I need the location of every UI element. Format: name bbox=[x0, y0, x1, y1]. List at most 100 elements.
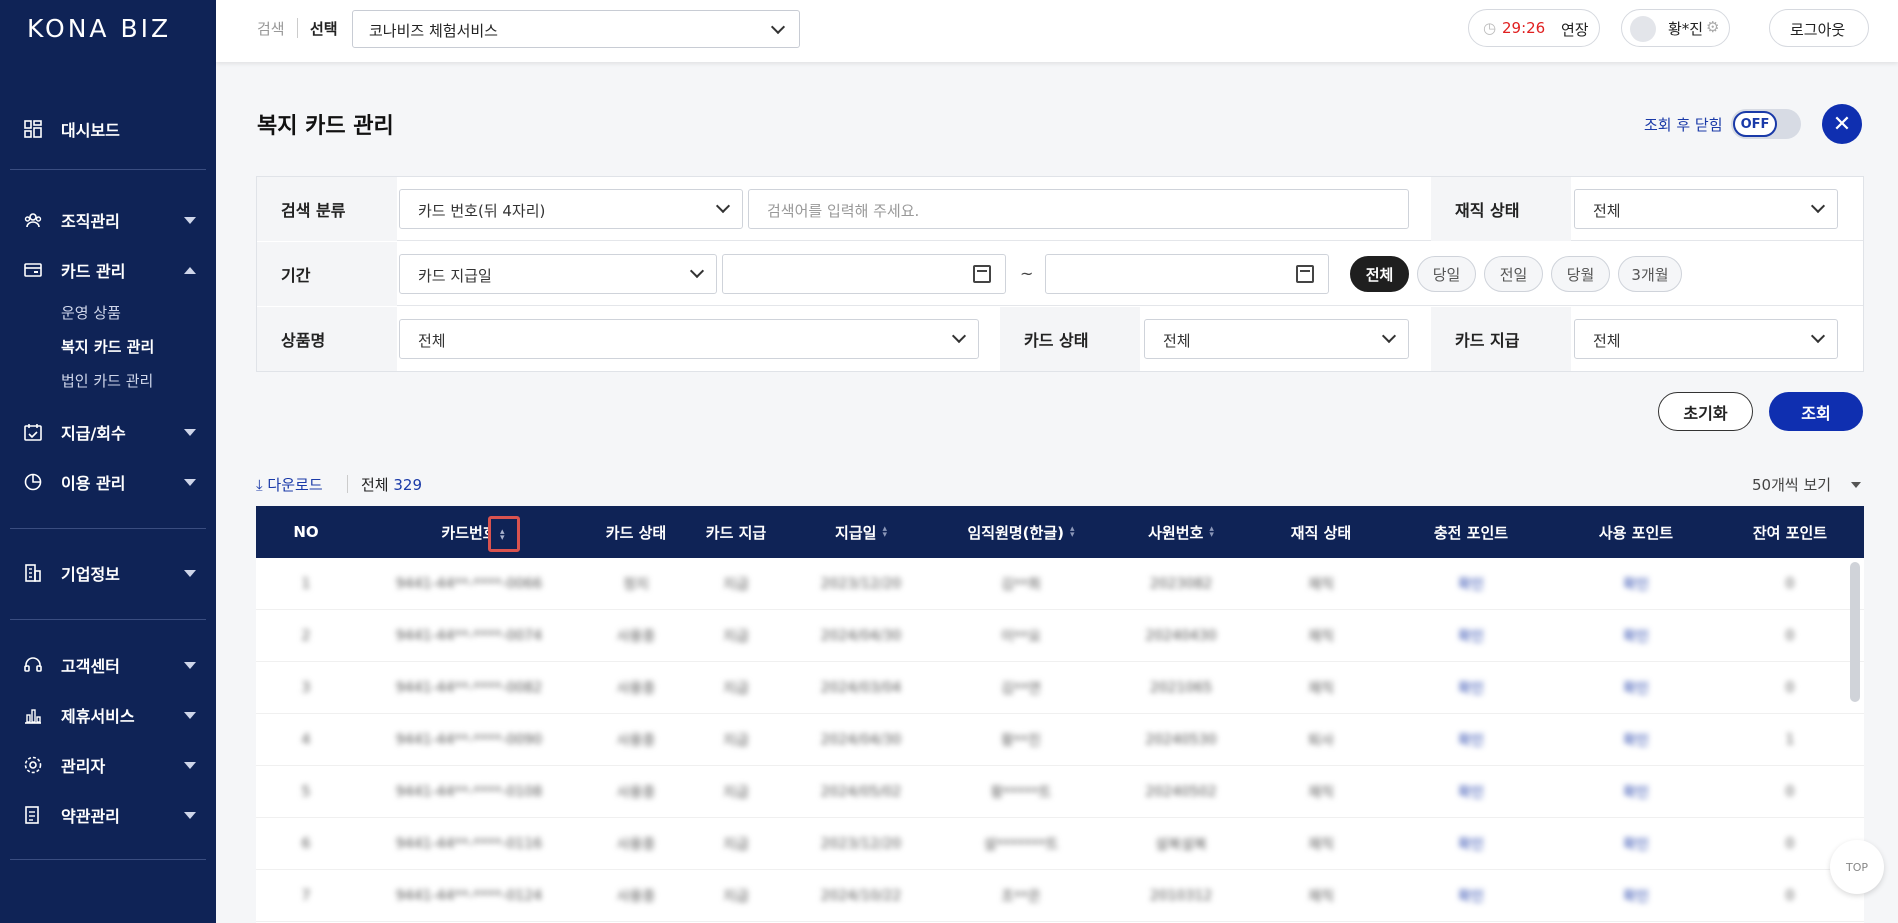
sidebar-item-admin[interactable]: 관리자 bbox=[0, 747, 216, 783]
table-row[interactable]: 4 9441-44**-****-0090 사용중 지급 2024/04/30 … bbox=[256, 714, 1864, 766]
cell-used-points[interactable]: 확인 bbox=[1556, 610, 1716, 662]
calendar-icon[interactable] bbox=[1296, 265, 1314, 283]
cell-charge-points[interactable]: 확인 bbox=[1386, 558, 1556, 610]
search-category-select[interactable]: 카드 번호(뒤 4자리) bbox=[399, 189, 743, 229]
sidebar-item-dashboard[interactable]: 대시보드 bbox=[0, 111, 216, 147]
period-chip-today[interactable]: 당일 bbox=[1417, 256, 1476, 292]
end-date-input[interactable] bbox=[1045, 254, 1329, 294]
avatar bbox=[1630, 16, 1656, 42]
sidebar-subitem-products[interactable]: 운영 상품 bbox=[61, 302, 121, 323]
cell-used-points[interactable]: 확인 bbox=[1556, 714, 1716, 766]
user-menu[interactable]: 황*진 ⚙ bbox=[1621, 9, 1730, 47]
cell-charge-points[interactable]: 확인 bbox=[1386, 766, 1556, 818]
col-employee-name-label: 임직원명(한글) bbox=[967, 523, 1064, 542]
chevron-down-icon bbox=[184, 661, 196, 669]
period-label: 기간 bbox=[257, 242, 397, 306]
cell-used-points[interactable]: 확인 bbox=[1556, 662, 1716, 714]
cell-employee-number: 설복설복 bbox=[1155, 837, 1207, 853]
scroll-top-button[interactable]: TOP bbox=[1830, 840, 1884, 894]
logout-button[interactable]: 로그아웃 bbox=[1769, 9, 1869, 47]
period-chip-3months[interactable]: 3개월 bbox=[1618, 256, 1682, 292]
period-chip-this-month[interactable]: 당월 bbox=[1551, 256, 1610, 292]
chevron-down-icon[interactable] bbox=[1851, 482, 1861, 488]
period-chip-yesterday[interactable]: 전일 bbox=[1484, 256, 1543, 292]
close-after-toggle[interactable]: OFF bbox=[1731, 109, 1801, 139]
sidebar-item-organization[interactable]: 조직관리 bbox=[0, 202, 216, 238]
card-number-sort-icon[interactable] bbox=[488, 516, 520, 552]
sidebar-item-label: 대시보드 bbox=[61, 121, 120, 140]
card-status-select[interactable]: 전체 bbox=[1144, 319, 1409, 359]
sort-icon[interactable]: ▴ ▾ bbox=[1209, 525, 1214, 540]
dashboard-icon bbox=[23, 119, 43, 139]
cell-used-points[interactable]: 확인 bbox=[1556, 818, 1716, 870]
logo[interactable]: KONA BIZ bbox=[27, 14, 171, 43]
sort-icon[interactable]: ▴ ▾ bbox=[882, 525, 887, 540]
cell-charge-points[interactable]: 확인 bbox=[1386, 662, 1556, 714]
cell-employee-number: 20240530 bbox=[1145, 732, 1217, 748]
company-select[interactable]: 코나비즈 체험서비스 bbox=[352, 10, 800, 48]
product-select[interactable]: 전체 bbox=[399, 319, 979, 359]
sidebar-item-terms[interactable]: 약관관리 bbox=[0, 797, 216, 833]
table-row[interactable]: 2 9441-44**-****-0074 사용중 지급 2024/04/30 … bbox=[256, 610, 1864, 662]
col-employee-number[interactable]: 사원번호 ▴ ▾ bbox=[1106, 506, 1256, 558]
sidebar-item-usage[interactable]: 이용 관리 bbox=[0, 464, 216, 500]
col-card-issue: 카드 지급 bbox=[705, 523, 767, 542]
cell-used-points[interactable]: 확인 bbox=[1556, 766, 1716, 818]
close-button[interactable]: ✕ bbox=[1822, 104, 1862, 144]
period-chip-all[interactable]: 전체 bbox=[1350, 256, 1409, 292]
total-value: 329 bbox=[393, 476, 423, 494]
sidebar-item-company-info[interactable]: 기업정보 bbox=[0, 555, 216, 591]
employment-status-select[interactable]: 전체 bbox=[1574, 189, 1838, 229]
period-type-select[interactable]: 카드 지급일 bbox=[399, 254, 717, 294]
cell-card-number: 9441-44**-****-0124 bbox=[395, 888, 543, 904]
cell-used-points[interactable]: 확인 bbox=[1556, 558, 1716, 610]
table-row[interactable]: 6 9441-44**-****-0116 사용중 지급 2023/12/20 … bbox=[256, 818, 1864, 870]
sidebar-item-payment[interactable]: 지급/회수 bbox=[0, 414, 216, 450]
chevron-down-icon bbox=[1810, 328, 1826, 344]
calendar-icon[interactable] bbox=[973, 265, 991, 283]
cell-card-number: 9441-44**-****-0066 bbox=[395, 576, 543, 592]
cell-charge-points[interactable]: 확인 bbox=[1386, 818, 1556, 870]
cell-employee-number: 2023082 bbox=[1149, 576, 1213, 592]
col-issue-date[interactable]: 지급일 ▴ ▾ bbox=[786, 506, 936, 558]
per-page-select[interactable]: 50개씩 보기 bbox=[1752, 474, 1831, 495]
table-row[interactable]: 7 9441-44**-****-0124 사용중 지급 2024/10/22 … bbox=[256, 870, 1864, 922]
table-scrollbar[interactable] bbox=[1850, 562, 1860, 702]
extend-button[interactable]: 연장 bbox=[1561, 19, 1589, 40]
download-link[interactable]: ⤓ 다운로드 bbox=[256, 474, 323, 495]
cell-charge-points[interactable]: 확인 bbox=[1386, 870, 1556, 922]
table-row[interactable]: 5 9441-44**-****-0108 사용중 지급 2024/05/02 … bbox=[256, 766, 1864, 818]
sidebar-item-customer-center[interactable]: 고객센터 bbox=[0, 647, 216, 683]
sidebar-item-label: 이용 관리 bbox=[61, 474, 126, 493]
search-button[interactable]: 조회 bbox=[1769, 392, 1863, 431]
col-employee-name[interactable]: 임직원명(한글) ▴ ▾ bbox=[936, 506, 1106, 558]
sidebar-item-label: 고객센터 bbox=[61, 657, 120, 676]
chevron-down-icon bbox=[184, 428, 196, 436]
organization-icon bbox=[23, 210, 43, 230]
sidebar: KONA BIZ 대시보드 조직관리 카드 관리 운영 상품 복지 카드 관리 … bbox=[0, 0, 216, 923]
cell-no: 4 bbox=[301, 732, 311, 748]
sidebar-subitem-corporate-card[interactable]: 법인 카드 관리 bbox=[61, 370, 153, 391]
cell-charge-points[interactable]: 확인 bbox=[1386, 610, 1556, 662]
document-icon bbox=[23, 805, 43, 825]
col-card-status: 카드 상태 bbox=[605, 523, 667, 542]
table-row[interactable]: 3 9441-44**-****-0082 사용중 지급 2024/03/04 … bbox=[256, 662, 1864, 714]
cell-charge-points[interactable]: 확인 bbox=[1386, 714, 1556, 766]
sort-icon[interactable]: ▴ ▾ bbox=[1070, 525, 1075, 540]
sidebar-item-partner-services[interactable]: 제휴서비스 bbox=[0, 697, 216, 733]
card-status-value: 전체 bbox=[1163, 332, 1191, 350]
table-row[interactable]: 1 9441-44**-****-0066 정지 지급 2023/12/20 김… bbox=[256, 558, 1864, 610]
cell-employment-status: 재직 bbox=[1308, 889, 1334, 905]
cell-used-points[interactable]: 확인 bbox=[1556, 870, 1716, 922]
sidebar-subitem-welfare-card[interactable]: 복지 카드 관리 bbox=[61, 336, 154, 357]
gear-icon[interactable]: ⚙ bbox=[1706, 18, 1719, 36]
cell-no: 1 bbox=[301, 576, 311, 592]
start-date-input[interactable] bbox=[722, 254, 1006, 294]
sidebar-item-card-management[interactable]: 카드 관리 bbox=[0, 252, 216, 288]
cell-employment-status: 재직 bbox=[1308, 837, 1334, 853]
reset-button[interactable]: 초기화 bbox=[1658, 392, 1753, 431]
cell-employee-name: 황**진 bbox=[1001, 733, 1041, 749]
search-input[interactable]: 검색어를 입력해 주세요. bbox=[748, 189, 1409, 229]
card-issue-select[interactable]: 전체 bbox=[1574, 319, 1838, 359]
cell-card-status: 사용중 bbox=[616, 629, 656, 645]
